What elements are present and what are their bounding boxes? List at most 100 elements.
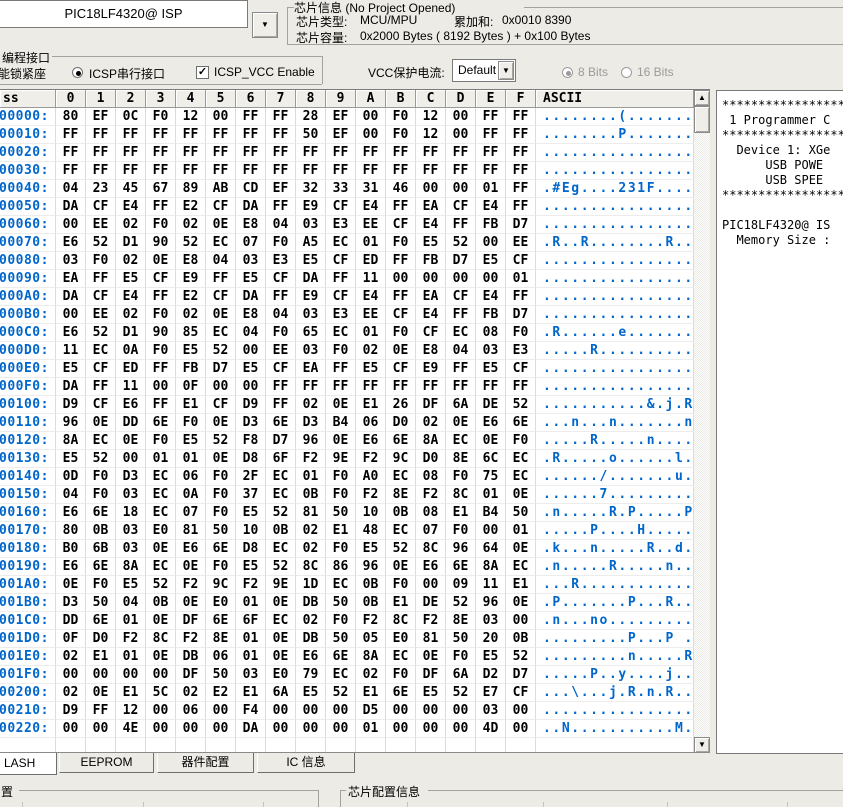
hex-byte-cell[interactable]: 8C [446,486,476,504]
hex-byte-cell[interactable]: 00 [236,342,266,360]
hex-byte-cell[interactable]: E5 [236,558,266,576]
hex-byte-cell[interactable]: D1 [116,234,146,252]
hex-byte-cell[interactable]: 8C [296,558,326,576]
hex-byte-cell[interactable]: 0E [206,414,236,432]
hex-byte-cell[interactable]: 8C [386,612,416,630]
hex-byte-cell[interactable]: EC [386,522,416,540]
hex-byte-cell[interactable]: 0C [116,108,146,126]
hex-byte-cell[interactable]: 0E [266,648,296,666]
hex-byte-cell[interactable]: 00 [386,270,416,288]
hex-byte-cell[interactable]: FF [296,144,326,162]
hex-byte-cell[interactable]: 6E [206,540,236,558]
hex-byte-cell[interactable]: 03 [116,486,146,504]
hex-byte-cell[interactable]: FF [86,162,116,180]
hex-byte-cell[interactable]: FF [386,144,416,162]
hex-byte-cell[interactable]: FF [296,162,326,180]
hex-byte-cell[interactable]: 8A [476,558,506,576]
hex-byte-cell[interactable]: FF [206,162,236,180]
hex-byte-cell[interactable]: E5 [116,270,146,288]
hex-byte-cell[interactable]: 12 [116,702,146,720]
hex-byte-cell[interactable]: 46 [386,180,416,198]
device-combo-dropdown-button[interactable]: ▼ [252,12,278,38]
hex-byte-cell[interactable]: DA [56,288,86,306]
hex-byte-cell[interactable]: 03 [476,702,506,720]
hex-byte-cell[interactable]: 04 [446,342,476,360]
hex-byte-cell[interactable]: FF [506,108,536,126]
hex-byte-cell[interactable]: D8 [236,540,266,558]
hex-byte-cell[interactable]: 6E [326,648,356,666]
hex-byte-cell[interactable]: D7 [446,252,476,270]
hex-byte-cell[interactable]: 05 [356,630,386,648]
icsp-vcc-checkbox[interactable]: ✓ [196,66,209,79]
vcc-current-combo[interactable]: Default ▼ [452,59,516,82]
hex-byte-cell[interactable]: 0E [476,432,506,450]
hex-byte-cell[interactable]: 6E [86,612,116,630]
hex-byte-cell[interactable]: 12 [416,108,446,126]
hex-byte-cell[interactable]: 00 [296,720,326,738]
hex-byte-cell[interactable]: E1 [506,576,536,594]
hex-byte-cell[interactable]: F0 [446,522,476,540]
hex-byte-cell[interactable]: EE [356,216,386,234]
hex-byte-cell[interactable]: 07 [236,234,266,252]
hex-byte-cell[interactable]: FF [266,162,296,180]
tab-ic-info[interactable]: IC 信息 [257,753,355,773]
hex-byte-cell[interactable]: FF [146,144,176,162]
hex-byte-cell[interactable]: 00 [506,612,536,630]
hex-byte-cell[interactable]: FF [116,162,146,180]
hex-byte-cell[interactable]: E3 [266,252,296,270]
hex-byte-cell[interactable]: F0 [206,486,236,504]
hex-byte-cell[interactable]: 45 [116,180,146,198]
hex-byte-cell[interactable]: 00 [326,720,356,738]
hex-byte-cell[interactable]: FF [236,108,266,126]
hex-byte-cell[interactable]: E6 [476,414,506,432]
hex-byte-cell[interactable]: 0E [176,558,206,576]
hex-byte-cell[interactable]: 01 [476,180,506,198]
hex-byte-cell[interactable]: 02 [356,342,386,360]
hex-byte-cell[interactable]: F0 [146,306,176,324]
hex-byte-cell[interactable]: FF [506,198,536,216]
hex-byte-cell[interactable]: 01 [236,594,266,612]
hex-byte-cell[interactable]: D7 [266,432,296,450]
hex-byte-cell[interactable]: 6B [86,540,116,558]
hex-byte-cell[interactable]: DA [56,378,86,396]
hex-byte-cell[interactable]: 4D [476,720,506,738]
hex-byte-cell[interactable]: E5 [296,684,326,702]
hex-byte-cell[interactable]: EC [206,234,236,252]
hex-byte-cell[interactable]: 8E [446,612,476,630]
hex-byte-cell[interactable]: EF [86,108,116,126]
hex-byte-cell[interactable]: EC [446,324,476,342]
hex-byte-cell[interactable]: E0 [386,630,416,648]
hex-byte-cell[interactable]: F0 [326,612,356,630]
hex-byte-cell[interactable]: E7 [476,684,506,702]
hex-byte-cell[interactable]: 80 [56,108,86,126]
hex-byte-cell[interactable]: 02 [176,216,206,234]
hex-byte-cell[interactable]: 52 [86,324,116,342]
hex-byte-cell[interactable]: 0E [206,450,236,468]
hex-byte-cell[interactable]: 00 [416,576,446,594]
hex-byte-cell[interactable]: 01 [176,450,206,468]
hex-byte-cell[interactable]: 01 [506,522,536,540]
hex-byte-cell[interactable]: 00 [386,720,416,738]
hex-byte-cell[interactable]: 00 [506,720,536,738]
hex-byte-cell[interactable]: 0E [146,612,176,630]
hex-byte-cell[interactable]: 03 [116,540,146,558]
hex-byte-cell[interactable]: EC [146,504,176,522]
hex-byte-cell[interactable]: F0 [206,504,236,522]
hex-byte-cell[interactable]: 37 [236,486,266,504]
hex-byte-cell[interactable]: D0 [416,450,446,468]
hex-byte-cell[interactable]: CF [86,396,116,414]
hex-byte-cell[interactable]: DA [236,198,266,216]
hex-byte-cell[interactable]: E5 [476,252,506,270]
hex-byte-cell[interactable]: FF [236,126,266,144]
hex-byte-cell[interactable]: FF [146,198,176,216]
hex-byte-cell[interactable]: 85 [176,324,206,342]
hex-byte-cell[interactable]: FF [506,162,536,180]
hex-byte-cell[interactable]: E9 [296,198,326,216]
hex-byte-cell[interactable]: FF [356,162,386,180]
hex-byte-cell[interactable]: F0 [506,432,536,450]
vcc-combo-dropdown-button[interactable]: ▼ [498,61,514,80]
hex-byte-cell[interactable]: 0B [146,594,176,612]
tab-flash[interactable]: LASH [0,753,57,775]
icsp-vcc-checkbox-label[interactable]: ICSP_VCC Enable [214,65,315,79]
hex-byte-cell[interactable]: 8A [56,432,86,450]
